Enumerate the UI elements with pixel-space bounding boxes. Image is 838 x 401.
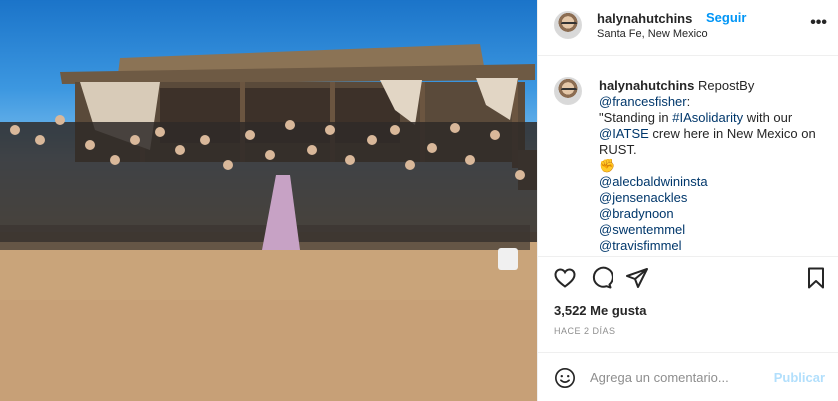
avatar[interactable]: [554, 11, 582, 39]
mention-francesfisher[interactable]: @francesfisher: [599, 94, 687, 109]
hashtag-iasolidarity[interactable]: #IAsolidarity: [672, 110, 743, 125]
post-photo[interactable]: [0, 0, 537, 401]
caption-username[interactable]: halynahutchins: [599, 78, 694, 93]
follow-button[interactable]: Seguir: [706, 10, 746, 25]
comment-bar: Publicar: [538, 352, 838, 401]
mention-iatse[interactable]: @IATSE: [599, 126, 649, 141]
mention-bradynoon[interactable]: @bradynoon: [599, 206, 674, 221]
post-sidebar: halynahutchins Seguir Santa Fe, New Mexi…: [537, 0, 838, 401]
comment-input[interactable]: [590, 365, 768, 389]
mention-travisfimmel[interactable]: @travisfimmel: [599, 238, 682, 253]
caption-quote-mid: with our: [743, 110, 793, 125]
caption-quote-end: crew here in New Mexico on: [648, 126, 816, 141]
post-author-username[interactable]: halynahutchins: [597, 11, 692, 26]
publish-button[interactable]: Publicar: [774, 370, 825, 385]
emoji-icon[interactable]: [554, 367, 576, 389]
heart-icon[interactable]: [553, 266, 577, 290]
comment-icon[interactable]: [589, 266, 614, 290]
share-icon[interactable]: [625, 266, 649, 290]
caption: halynahutchins RepostBy @francesfisher: …: [538, 57, 838, 255]
mention-swentemmel[interactable]: @swentemmel: [599, 222, 685, 237]
photo-scene: [0, 44, 537, 401]
mention-jensenackles[interactable]: @jensenackles: [599, 190, 687, 205]
caption-quote-open: "Standing in: [599, 110, 673, 125]
raised-fist-emoji: ✊: [599, 158, 616, 173]
repost-label: RepostBy: [697, 78, 755, 93]
caption-quote-last: RUST.: [599, 142, 637, 157]
caption-avatar[interactable]: [554, 77, 582, 105]
caption-text: halynahutchins RepostBy @francesfisher: …: [599, 78, 827, 254]
likes-count[interactable]: 3,522 Me gusta: [554, 303, 647, 318]
more-options-button[interactable]: •••: [810, 14, 827, 32]
post-timestamp[interactable]: HACE 2 DÍAS: [554, 326, 616, 336]
bookmark-icon[interactable]: [804, 266, 828, 290]
post-header: halynahutchins Seguir Santa Fe, New Mexi…: [538, 0, 838, 56]
post-actions: [538, 256, 838, 296]
mention-alecbaldwininsta[interactable]: @alecbaldwininsta: [599, 174, 708, 189]
caption-colon: :: [686, 94, 691, 109]
post-location[interactable]: Santa Fe, New Mexico: [597, 28, 708, 40]
